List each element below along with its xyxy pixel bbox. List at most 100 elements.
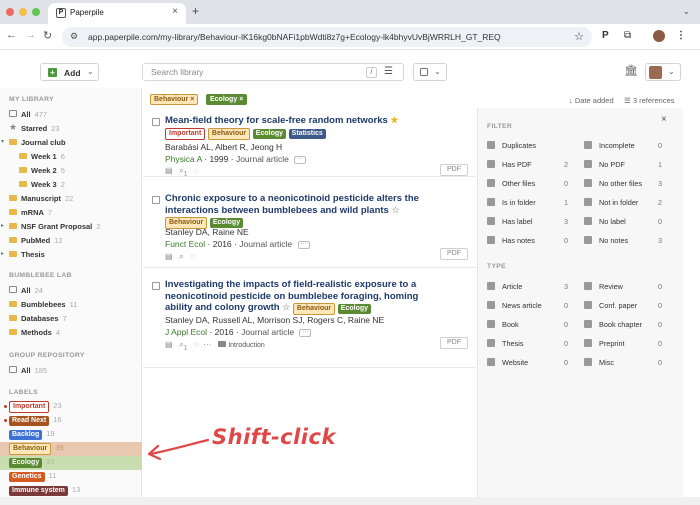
filter-option-no-notes[interactable]: No notes 3 — [584, 234, 674, 248]
paper-title[interactable]: Investigating the impacts of field-reali… — [165, 279, 430, 315]
browser-profile-avatar[interactable] — [653, 30, 665, 42]
label-chip[interactable]: Ecology — [252, 128, 287, 139]
remove-filter-icon[interactable]: × — [239, 96, 243, 103]
filter-option-no-other-files[interactable]: No other files 3 — [584, 177, 674, 191]
star-outline-icon[interactable]: ☆ — [391, 205, 399, 215]
label-chip[interactable]: Behaviour — [292, 303, 336, 315]
paperpile-extension-icon[interactable]: P — [602, 30, 609, 41]
search-options-icon[interactable]: ☰ — [384, 66, 393, 77]
close-icon[interactable]: × — [661, 114, 667, 125]
label-chip[interactable]: Behaviour — [207, 127, 251, 140]
notes-icon[interactable]: ▤ — [165, 166, 173, 175]
view-mode-button[interactable]: ⌄ — [413, 63, 447, 81]
sidebar-item-lab-all[interactable]: All 24 — [0, 283, 142, 297]
sidebar-item-nsf-grant-proposal[interactable]: ▸ NSF Grant Proposal 2 — [0, 219, 142, 233]
paper-row[interactable]: Investigating the impacts of field-reali… — [143, 272, 476, 368]
sidebar-item-methods[interactable]: Methods 4 — [0, 325, 142, 339]
pdf-button[interactable]: PDF — [440, 164, 468, 176]
sidebar-label-read-next[interactable]: Read Next 16 — [0, 414, 142, 428]
comment-icon[interactable]: ◌ — [190, 252, 195, 261]
notes-icon[interactable]: ▤ — [165, 252, 173, 261]
starred-icon[interactable]: ★ — [390, 115, 398, 125]
filter-option-has-label[interactable]: Has label 3 — [487, 215, 577, 229]
url-field[interactable]: ⚙ app.paperpile.com/my-library/Behaviour… — [62, 27, 592, 47]
filter-option-news-article[interactable]: News article 0 — [487, 299, 577, 313]
paper-folder-name[interactable]: Introduction — [228, 342, 265, 349]
filter-option-review[interactable]: Review 0 — [584, 280, 674, 294]
active-filter-behaviour[interactable]: Behaviour × — [150, 94, 199, 105]
label-chip[interactable]: Important — [165, 127, 206, 140]
filter-option-article[interactable]: Article 3 — [487, 280, 577, 294]
more-options-icon[interactable]: ··· — [294, 155, 307, 164]
browser-menu-icon[interactable]: ⋮ — [676, 30, 686, 41]
new-tab-icon[interactable]: + — [192, 4, 199, 18]
close-window-button[interactable] — [6, 8, 14, 16]
more-options-icon[interactable]: ··· — [297, 240, 310, 249]
sidebar-item-starred[interactable]: ★ Starred 23 — [0, 121, 142, 135]
forward-icon[interactable]: → — [25, 29, 36, 41]
sidebar-item-mrna[interactable]: mRNA 7 — [0, 205, 142, 219]
sidebar-item-group-all[interactable]: All 185 — [0, 363, 142, 377]
filter-option-thesis[interactable]: Thesis 0 — [487, 337, 577, 351]
maximize-window-button[interactable] — [32, 8, 40, 16]
filter-option-not-in-folder[interactable]: Not in folder 2 — [584, 196, 674, 210]
reload-icon[interactable]: ↻ — [43, 29, 52, 42]
sidebar-item-thesis[interactable]: ▸ Thesis — [0, 247, 142, 261]
label-chip[interactable]: Ecology — [337, 304, 372, 314]
caret-down-icon[interactable]: ▾ — [1, 138, 4, 145]
sidebar-item-week-2[interactable]: Week 25 — [0, 163, 142, 177]
paper-row[interactable]: Mean-field theory for scale-free random … — [143, 108, 476, 178]
label-chip[interactable]: Statistics — [288, 128, 326, 139]
paper-checkbox[interactable] — [152, 196, 160, 204]
add-button[interactable]: + Add ⌄ — [40, 63, 99, 81]
caret-right-icon[interactable]: ▸ — [1, 222, 4, 229]
minimize-window-button[interactable] — [19, 8, 27, 16]
close-tab-icon[interactable]: × — [172, 6, 178, 17]
back-icon[interactable]: ← — [6, 29, 17, 41]
sidebar-item-pubmed[interactable]: PubMed 12 — [0, 233, 142, 247]
bookmark-star-icon[interactable]: ☆ — [574, 30, 584, 43]
sidebar-label-backlog[interactable]: Backlog 19 — [0, 428, 142, 442]
pdf-button[interactable]: PDF — [440, 337, 468, 349]
sidebar-item-databases[interactable]: Databases 7 — [0, 311, 142, 325]
filter-option-no-pdf[interactable]: No PDF 1 — [584, 158, 674, 172]
star-outline-icon[interactable]: ☆ — [282, 302, 290, 312]
notes-icon[interactable]: ▤ — [165, 340, 173, 349]
user-menu-button[interactable]: ⌄ — [645, 63, 681, 81]
sidebar-label-ecology[interactable]: Ecology 33 — [0, 456, 142, 470]
paper-row[interactable]: Chronic exposure to a neonicotinoid pest… — [143, 186, 476, 268]
filter-option-duplicates[interactable]: Duplicates — [487, 139, 577, 153]
filter-option-book[interactable]: Book 0 — [487, 318, 577, 332]
filter-option-website[interactable]: Website 0 — [487, 356, 577, 370]
sidebar-item-bumblebees[interactable]: Bumblebees 11 — [0, 297, 142, 311]
filter-option-book-chapter[interactable]: Book chapter 0 — [584, 318, 674, 332]
paper-title[interactable]: Chronic exposure to a neonicotinoid pest… — [165, 193, 430, 229]
search-input[interactable] — [151, 67, 351, 77]
attachment-icon[interactable]: ⌕ — [179, 252, 183, 261]
extensions-puzzle-icon[interactable]: ⧉ — [624, 30, 631, 41]
paper-checkbox[interactable] — [152, 118, 160, 126]
active-filter-ecology[interactable]: Ecology × — [206, 94, 248, 105]
filter-option-other-files[interactable]: Other files 0 — [487, 177, 577, 191]
tab-list-chevron-icon[interactable]: ⌄ — [682, 6, 690, 17]
filter-option-is-in-folder[interactable]: Is in folder 1 — [487, 196, 577, 210]
sidebar-item-all[interactable]: All 477 — [0, 107, 142, 121]
site-settings-icon[interactable]: ⚙ — [70, 31, 78, 42]
sidebar-item-journal-club[interactable]: ▾ Journal club — [0, 135, 142, 149]
filter-option-misc[interactable]: Misc 0 — [584, 356, 674, 370]
remove-filter-icon[interactable]: × — [190, 96, 194, 103]
comment-icon[interactable]: ◌ — [194, 340, 199, 349]
sidebar-item-manuscript[interactable]: Manuscript 22 — [0, 191, 142, 205]
filter-option-has-notes[interactable]: Has notes 0 — [487, 234, 577, 248]
more-options-icon[interactable]: ··· — [299, 328, 312, 337]
filter-option-has-pdf[interactable]: Has PDF 2 — [487, 158, 577, 172]
sidebar-label-immune-system[interactable]: Immune system 13 — [0, 484, 142, 498]
sidebar-label-behaviour[interactable]: Behaviour 39 — [0, 442, 142, 456]
sort-button[interactable]: ↓ Date added — [569, 96, 614, 105]
sidebar-label-important[interactable]: Important 23 — [0, 400, 142, 414]
filter-option-preprint[interactable]: Preprint 0 — [584, 337, 674, 351]
sidebar-label-genetics[interactable]: Genetics 11 — [0, 470, 142, 484]
filter-option-conf-paper[interactable]: Conf. paper 0 — [584, 299, 674, 313]
sidebar-item-week-1[interactable]: Week 16 — [0, 149, 142, 163]
paper-checkbox[interactable] — [152, 282, 160, 290]
